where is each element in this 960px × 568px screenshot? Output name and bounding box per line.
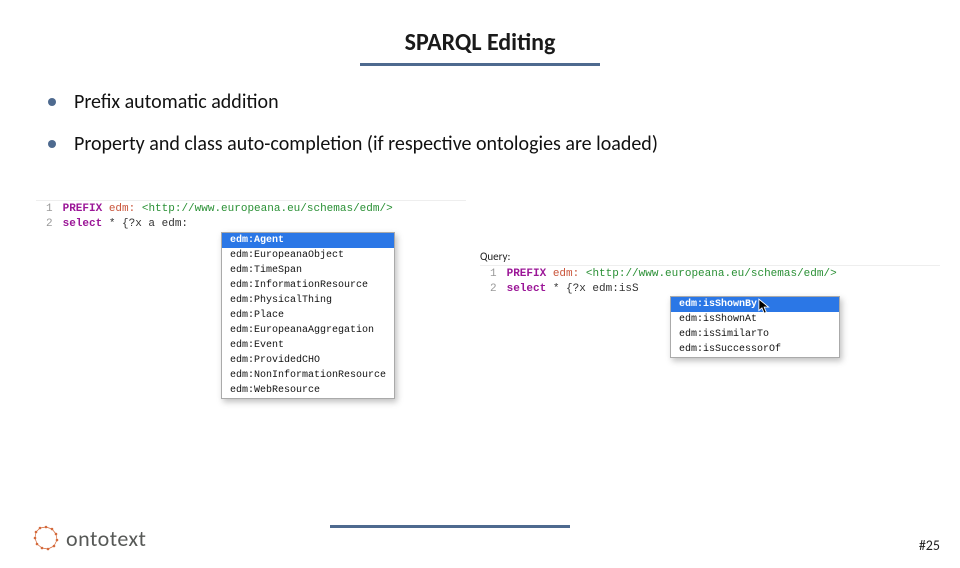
code-block[interactable]: 1 2 PREFIX edm: <http://www.europeana.eu… — [480, 265, 940, 298]
line-number: 1 — [490, 267, 497, 282]
line-number: 2 — [490, 282, 497, 297]
autocomplete-option[interactable]: edm:Place — [222, 308, 394, 323]
autocomplete-option[interactable]: edm:EuropeanaObject — [222, 248, 394, 263]
autocomplete-option[interactable]: edm:NonInformationResource — [222, 368, 394, 383]
query-label: Query: — [480, 250, 940, 263]
cursor-icon — [758, 298, 772, 316]
line-number: 1 — [46, 202, 53, 217]
keyword: PREFIX — [63, 203, 103, 215]
code-content[interactable]: PREFIX edm: <http://www.europeana.eu/sch… — [59, 201, 397, 233]
footer-divider — [330, 525, 570, 528]
autocomplete-option[interactable]: edm:Agent — [222, 233, 394, 248]
prefix: edm: — [553, 268, 579, 280]
uri: <http://www.europeana.eu/schemas/edm/> — [142, 203, 393, 215]
title-underline — [360, 63, 600, 66]
autocomplete-option[interactable]: edm:isSimilarTo — [671, 327, 839, 342]
autocomplete-option[interactable]: edm:isShownAt — [671, 312, 839, 327]
bullet-text: Prefix automatic addition — [74, 90, 279, 114]
autocomplete-option[interactable]: edm:isSuccessorOf — [671, 342, 839, 357]
keyword: select — [63, 218, 103, 230]
autocomplete-option[interactable]: edm:ProvidedCHO — [222, 353, 394, 368]
autocomplete-option[interactable]: edm:EuropeanaAggregation — [222, 323, 394, 338]
autocomplete-option[interactable]: edm:InformationResource — [222, 278, 394, 293]
bullet-icon — [48, 98, 56, 106]
line-gutter: 1 2 — [36, 201, 59, 233]
autocomplete-option[interactable]: edm:WebResource — [222, 383, 394, 398]
autocomplete-option[interactable]: edm:TimeSpan — [222, 263, 394, 278]
autocomplete-option[interactable]: edm:PhysicalThing — [222, 293, 394, 308]
sparql-editor-properties: Query: 1 2 PREFIX edm: <http://www.europ… — [480, 250, 940, 298]
ontotext-logo: ontotext — [32, 524, 146, 552]
line-number: 2 — [46, 217, 53, 232]
autocomplete-option[interactable]: edm:Event — [222, 338, 394, 353]
bullet-text: Property and class auto-completion (if r… — [74, 132, 658, 156]
query-text: * {?x a edm: — [102, 218, 188, 230]
autocomplete-dropdown[interactable]: edm:isShownBy edm:isShownAt edm:isSimila… — [670, 296, 840, 358]
autocomplete-dropdown[interactable]: edm:Agent edm:EuropeanaObject edm:TimeSp… — [221, 232, 395, 399]
uri: <http://www.europeana.eu/schemas/edm/> — [586, 268, 837, 280]
bullet-list: Prefix automatic addition Property and c… — [48, 90, 960, 156]
logo-text: ontotext — [66, 525, 146, 552]
code-block[interactable]: 1 2 PREFIX edm: <http://www.europeana.eu… — [36, 200, 466, 233]
list-item: Prefix automatic addition — [48, 90, 960, 114]
keyword: PREFIX — [507, 268, 547, 280]
code-content[interactable]: PREFIX edm: <http://www.europeana.eu/sch… — [503, 266, 841, 298]
sparql-editor-classes: 1 2 PREFIX edm: <http://www.europeana.eu… — [36, 200, 466, 233]
list-item: Property and class auto-completion (if r… — [48, 132, 960, 156]
query-text: * {?x edm:isS — [546, 283, 638, 295]
line-gutter: 1 2 — [480, 266, 503, 298]
logo-icon — [32, 524, 60, 552]
keyword: select — [507, 283, 547, 295]
slide-title: SPARQL Editing — [0, 28, 960, 57]
prefix: edm: — [109, 203, 135, 215]
bullet-icon — [48, 140, 56, 148]
autocomplete-option[interactable]: edm:isShownBy — [671, 297, 839, 312]
